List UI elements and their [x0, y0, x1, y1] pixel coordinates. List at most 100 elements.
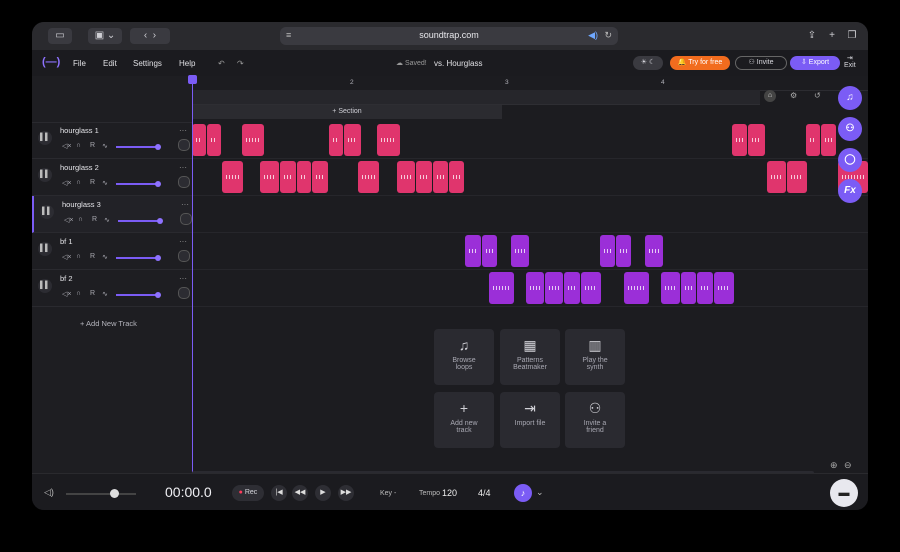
- master-volume-icon[interactable]: ◁): [44, 487, 54, 498]
- audio-clip[interactable]: [624, 272, 649, 304]
- volume-slider[interactable]: [118, 218, 163, 224]
- automation-icon[interactable]: ∿: [102, 290, 108, 298]
- record-button[interactable]: ● Rec: [232, 485, 264, 501]
- track-row[interactable]: ▌▌ hourglass 2 ··· ◁× ∩ R ∿: [32, 159, 192, 196]
- track-name[interactable]: hourglass 1: [60, 126, 99, 135]
- track-lane[interactable]: [192, 159, 868, 196]
- audio-clip[interactable]: [433, 161, 448, 193]
- project-title[interactable]: vs. Hourglass: [434, 59, 482, 68]
- help-chat-icon[interactable]: ▬: [830, 479, 858, 507]
- audio-clip[interactable]: [767, 161, 786, 193]
- audio-clip[interactable]: [748, 124, 765, 156]
- audio-clip[interactable]: [465, 235, 481, 267]
- playhead[interactable]: [188, 75, 197, 473]
- record-arm-button[interactable]: R: [90, 290, 95, 297]
- track-row[interactable]: ▌▌ bf 2 ··· ◁× ∩ R ∿: [32, 270, 192, 307]
- audio-clip[interactable]: [526, 272, 544, 304]
- automation-icon[interactable]: ∿: [104, 216, 110, 224]
- address-bar[interactable]: ≡ soundtrap.com ◀) ↻: [280, 27, 618, 45]
- mute-icon[interactable]: ◁×: [62, 179, 71, 187]
- audio-clip[interactable]: [297, 161, 311, 193]
- audio-clip[interactable]: [358, 161, 379, 193]
- headphones-icon[interactable]: ∩: [76, 253, 81, 260]
- mute-icon[interactable]: ◁×: [62, 253, 71, 261]
- track-options-icon[interactable]: ···: [179, 126, 187, 135]
- collaborators-button[interactable]: ⚇: [838, 117, 862, 141]
- arrangement-view[interactable]: 2 3 4 ⌂ ⚙ ↺ + Section ♫ Browse loops ▦ P…: [188, 75, 868, 475]
- track-options-icon[interactable]: ···: [181, 200, 189, 209]
- pan-knob[interactable]: [180, 213, 192, 225]
- back-forward-icon[interactable]: ‹ ›: [130, 28, 170, 44]
- playhead-handle[interactable]: [188, 75, 197, 84]
- zoom-in-icon[interactable]: ⊕: [830, 460, 838, 471]
- loop-icon[interactable]: ↺: [814, 91, 821, 100]
- master-volume-slider[interactable]: [66, 489, 136, 498]
- time-signature[interactable]: 4/4: [478, 488, 491, 498]
- try-free-button[interactable]: 🔔 Try for free: [670, 56, 730, 70]
- audio-clip[interactable]: [581, 272, 601, 304]
- headphones-icon[interactable]: ∩: [78, 216, 83, 223]
- new-tab-icon[interactable]: +: [824, 28, 840, 44]
- audio-clip[interactable]: [616, 235, 631, 267]
- tempo-value[interactable]: 120: [442, 488, 457, 498]
- automation-icon[interactable]: ∿: [102, 179, 108, 187]
- audio-clip[interactable]: [312, 161, 328, 193]
- audio-clip[interactable]: [482, 235, 497, 267]
- audio-clip[interactable]: [564, 272, 580, 304]
- pan-knob[interactable]: [178, 287, 190, 299]
- mute-icon[interactable]: ◁×: [62, 142, 71, 150]
- track-name[interactable]: bf 1: [60, 237, 73, 246]
- volume-slider[interactable]: [116, 181, 161, 187]
- audio-clip[interactable]: [192, 124, 206, 156]
- export-button[interactable]: ⇩ Export: [790, 56, 840, 70]
- audio-clip[interactable]: [697, 272, 713, 304]
- fast-forward-icon[interactable]: ▶▶: [338, 485, 354, 501]
- audio-clip[interactable]: [260, 161, 279, 193]
- audio-clip[interactable]: [600, 235, 615, 267]
- tab-overview-icon[interactable]: ▣ ⌄: [88, 28, 122, 44]
- theme-toggle[interactable]: ☀ ☾: [633, 56, 663, 70]
- add-new-track-tile[interactable]: + Add new track: [434, 392, 494, 448]
- add-new-track-button[interactable]: + Add New Track: [80, 319, 137, 328]
- track-name[interactable]: bf 2: [60, 274, 73, 283]
- invite-friend-tile[interactable]: ⚇ Invite a friend: [565, 392, 625, 448]
- browse-loops-tile[interactable]: ♫ Browse loops: [434, 329, 494, 385]
- headphones-icon[interactable]: ∩: [76, 179, 81, 186]
- pan-knob[interactable]: [178, 250, 190, 262]
- redo-icon[interactable]: ↷: [237, 59, 244, 68]
- audio-clip[interactable]: [661, 272, 680, 304]
- pan-knob[interactable]: [178, 176, 190, 188]
- audio-clip[interactable]: [681, 272, 696, 304]
- pan-knob[interactable]: [178, 139, 190, 151]
- audio-icon[interactable]: ◀): [588, 30, 598, 41]
- menu-help[interactable]: Help: [179, 59, 195, 68]
- automation-icon[interactable]: ∿: [102, 253, 108, 261]
- import-file-tile[interactable]: ⇥ Import file: [500, 392, 560, 448]
- track-name[interactable]: hourglass 3: [62, 200, 101, 209]
- record-arm-button[interactable]: R: [92, 216, 97, 223]
- audio-clip[interactable]: [397, 161, 415, 193]
- play-icon[interactable]: ▶: [315, 485, 331, 501]
- exit-button[interactable]: ⇥ Exit: [844, 54, 856, 69]
- lock-icon[interactable]: ⌂: [764, 90, 776, 102]
- sidebar-toggle-icon[interactable]: ▭: [48, 28, 72, 44]
- undo-icon[interactable]: ↶: [218, 59, 225, 68]
- reload-icon[interactable]: ↻: [604, 30, 612, 41]
- track-options-icon[interactable]: ···: [179, 237, 187, 246]
- audio-clip[interactable]: [207, 124, 221, 156]
- audio-clip[interactable]: [821, 124, 836, 156]
- audio-clip[interactable]: [329, 124, 343, 156]
- play-synth-tile[interactable]: ▥ Play the synth: [565, 329, 625, 385]
- headphones-icon[interactable]: ∩: [76, 142, 81, 149]
- soundtrap-logo[interactable]: (—): [42, 56, 60, 68]
- settings-icon[interactable]: ⚙: [790, 91, 797, 100]
- audio-clip[interactable]: [377, 124, 400, 156]
- track-row[interactable]: ▌▌ bf 1 ··· ◁× ∩ R ∿: [32, 233, 192, 270]
- effects-button[interactable]: Fx: [838, 179, 862, 203]
- audio-clip[interactable]: [787, 161, 807, 193]
- metronome-icon[interactable]: ♪: [514, 484, 532, 502]
- track-name[interactable]: hourglass 2: [60, 163, 99, 172]
- audio-clip[interactable]: [416, 161, 432, 193]
- audio-clip[interactable]: [449, 161, 464, 193]
- add-section-button[interactable]: + Section: [192, 105, 502, 119]
